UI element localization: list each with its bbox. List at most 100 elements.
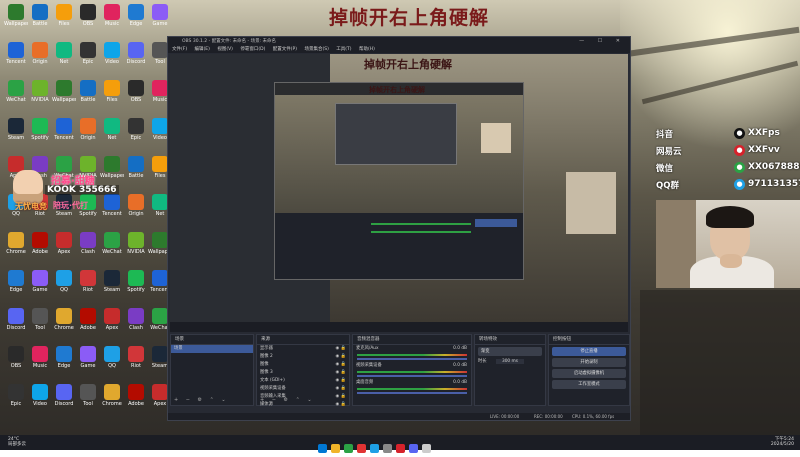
stop-streaming-button[interactable]: 停止直播: [552, 347, 626, 356]
desktop-icon[interactable]: Battle: [76, 80, 100, 116]
desktop-icon[interactable]: Epic: [4, 384, 28, 420]
desktop-icon[interactable]: Music: [28, 346, 52, 382]
visibility-lock-icon[interactable]: ◉ 🔒: [336, 385, 346, 393]
weather-widget[interactable]: 24°C 局部多云: [8, 437, 26, 447]
desktop-icon[interactable]: Net: [100, 118, 124, 154]
desktop-icon[interactable]: Riot: [76, 270, 100, 306]
desktop-icon[interactable]: WeChat: [4, 80, 28, 116]
desktop-icon[interactable]: Steam: [100, 270, 124, 306]
taskbar-app-icon[interactable]: [357, 444, 366, 453]
visibility-lock-icon[interactable]: ◉ 🔒: [336, 377, 346, 385]
volume-slider[interactable]: [357, 392, 467, 394]
visibility-lock-icon[interactable]: ◉ 🔒: [336, 401, 346, 409]
desktop-icon[interactable]: Adobe: [124, 384, 148, 420]
desktop-icon[interactable]: Clash: [76, 232, 100, 268]
menu-docks[interactable]: 停靠窗口(D): [240, 47, 265, 52]
source-item[interactable]: ◉ 🔒 视频采集设备: [257, 385, 349, 393]
desktop-icon[interactable]: Tool: [28, 308, 52, 344]
desktop-icon[interactable]: Battle: [28, 4, 52, 40]
desktop-icon[interactable]: Net: [52, 42, 76, 78]
desktop-icon[interactable]: OBS: [4, 346, 28, 382]
desktop-icon[interactable]: Adobe: [28, 232, 52, 268]
desktop-icon[interactable]: Tencent: [4, 42, 28, 78]
desktop-icon[interactable]: Wallpaper: [52, 80, 76, 116]
obs-preview[interactable]: 掉帧开右上角硬解 掉帧开右上角硬解: [170, 54, 628, 332]
duration-input[interactable]: 300 ms: [495, 359, 524, 364]
desktop-icon[interactable]: Wallpaper: [4, 4, 28, 40]
menu-edit[interactable]: 编辑(E): [195, 47, 210, 52]
source-item[interactable]: ◉ 🔒 显示器: [257, 345, 349, 353]
obs-titlebar[interactable]: OBS 30.1.2 - 配置文件: 未命名 - 场景: 未命名 — ☐ ✕: [168, 37, 630, 46]
studio-mode-button[interactable]: 工作室模式: [552, 380, 626, 389]
desktop-icon[interactable]: Game: [148, 4, 172, 40]
source-item[interactable]: ◉ 🔒 图像 3: [257, 369, 349, 377]
desktop-icon[interactable]: Spotify: [124, 270, 148, 306]
desktop-icon[interactable]: Chrome: [52, 308, 76, 344]
desktop-icon[interactable]: Video: [100, 42, 124, 78]
desktop-icon[interactable]: Edge: [52, 346, 76, 382]
source-item[interactable]: ◉ 🔒 图像: [257, 361, 349, 369]
desktop-icon[interactable]: Origin: [28, 42, 52, 78]
desktop-icon[interactable]: Tencent: [52, 118, 76, 154]
desktop-icon[interactable]: QQ: [52, 270, 76, 306]
taskbar-app-icon[interactable]: [331, 444, 340, 453]
desktop-icon[interactable]: Apex: [52, 232, 76, 268]
desktop-icon[interactable]: Discord: [124, 42, 148, 78]
obs-window[interactable]: OBS 30.1.2 - 配置文件: 未命名 - 场景: 未命名 — ☐ ✕ 文…: [167, 36, 631, 421]
taskbar-app-icon[interactable]: [396, 444, 405, 453]
visibility-lock-icon[interactable]: ◉ 🔒: [336, 361, 346, 369]
desktop-icon[interactable]: Chrome: [100, 384, 124, 420]
desktop-icon[interactable]: Origin: [76, 118, 100, 154]
taskbar-app-icon[interactable]: [344, 444, 353, 453]
desktop-icon[interactable]: Edge: [4, 270, 28, 306]
taskbar-app-icon[interactable]: [383, 444, 392, 453]
desktop-icon[interactable]: Files: [100, 80, 124, 116]
desktop-icon[interactable]: Video: [28, 384, 52, 420]
desktop-icon[interactable]: Tool: [76, 384, 100, 420]
menu-view[interactable]: 视图(V): [217, 47, 233, 52]
desktop-icon[interactable]: NVIDIA: [28, 80, 52, 116]
taskbar-app-icon[interactable]: [318, 444, 327, 453]
desktop-icon[interactable]: Battle: [124, 156, 148, 192]
desktop-icon[interactable]: QQ: [100, 346, 124, 382]
desktop-icon[interactable]: OBS: [76, 4, 100, 40]
desktop-icon[interactable]: Apex: [100, 308, 124, 344]
window-controls[interactable]: — ☐ ✕: [579, 37, 626, 46]
desktop-icon[interactable]: Game: [28, 270, 52, 306]
desktop-icon[interactable]: NVIDIA: [124, 232, 148, 268]
virtual-camera-button[interactable]: 启动虚拟摄像机: [552, 369, 626, 378]
desktop-icon[interactable]: Discord: [52, 384, 76, 420]
desktop-icon[interactable]: Spotify: [28, 118, 52, 154]
taskbar-app-icon[interactable]: [409, 444, 418, 453]
scene-toolbar[interactable]: + − ⚙ ⌃ ⌄: [174, 397, 229, 403]
desktop-icon[interactable]: Edge: [124, 4, 148, 40]
desktop-icon[interactable]: Origin: [124, 194, 148, 230]
desktop-icon[interactable]: Riot: [124, 346, 148, 382]
volume-slider[interactable]: [357, 358, 467, 360]
taskbar-app-icon[interactable]: [422, 444, 431, 453]
menu-tools[interactable]: 工具(T): [336, 47, 351, 52]
source-toolbar[interactable]: + − ⚙ ⌃ ⌄: [260, 397, 315, 403]
desktop-icon[interactable]: Clash: [124, 308, 148, 344]
visibility-lock-icon[interactable]: ◉ 🔒: [336, 393, 346, 401]
scene-item[interactable]: 场景: [171, 345, 253, 353]
start-recording-button[interactable]: 开始录制: [552, 358, 626, 367]
desktop-icon[interactable]: WeChat: [100, 232, 124, 268]
desktop-icon[interactable]: Steam: [4, 118, 28, 154]
desktop-icon[interactable]: Adobe: [76, 308, 100, 344]
menu-help[interactable]: 帮助(H): [359, 47, 375, 52]
desktop-icon[interactable]: Music: [100, 4, 124, 40]
menu-file[interactable]: 文件(F): [172, 47, 187, 52]
visibility-lock-icon[interactable]: ◉ 🔒: [336, 369, 346, 377]
taskbar-app-icon[interactable]: [370, 444, 379, 453]
volume-slider[interactable]: [357, 375, 467, 377]
source-item[interactable]: ◉ 🔒 图像 2: [257, 353, 349, 361]
desktop-icon[interactable]: Game: [76, 346, 100, 382]
desktop-icon[interactable]: Chrome: [4, 232, 28, 268]
desktop-icon[interactable]: Files: [52, 4, 76, 40]
visibility-lock-icon[interactable]: ◉ 🔒: [336, 353, 346, 361]
transition-select[interactable]: 渐变: [478, 347, 542, 356]
menu-profile[interactable]: 配置文件(P): [273, 47, 297, 52]
desktop-icon[interactable]: Discord: [4, 308, 28, 344]
desktop-icon[interactable]: Epic: [124, 118, 148, 154]
